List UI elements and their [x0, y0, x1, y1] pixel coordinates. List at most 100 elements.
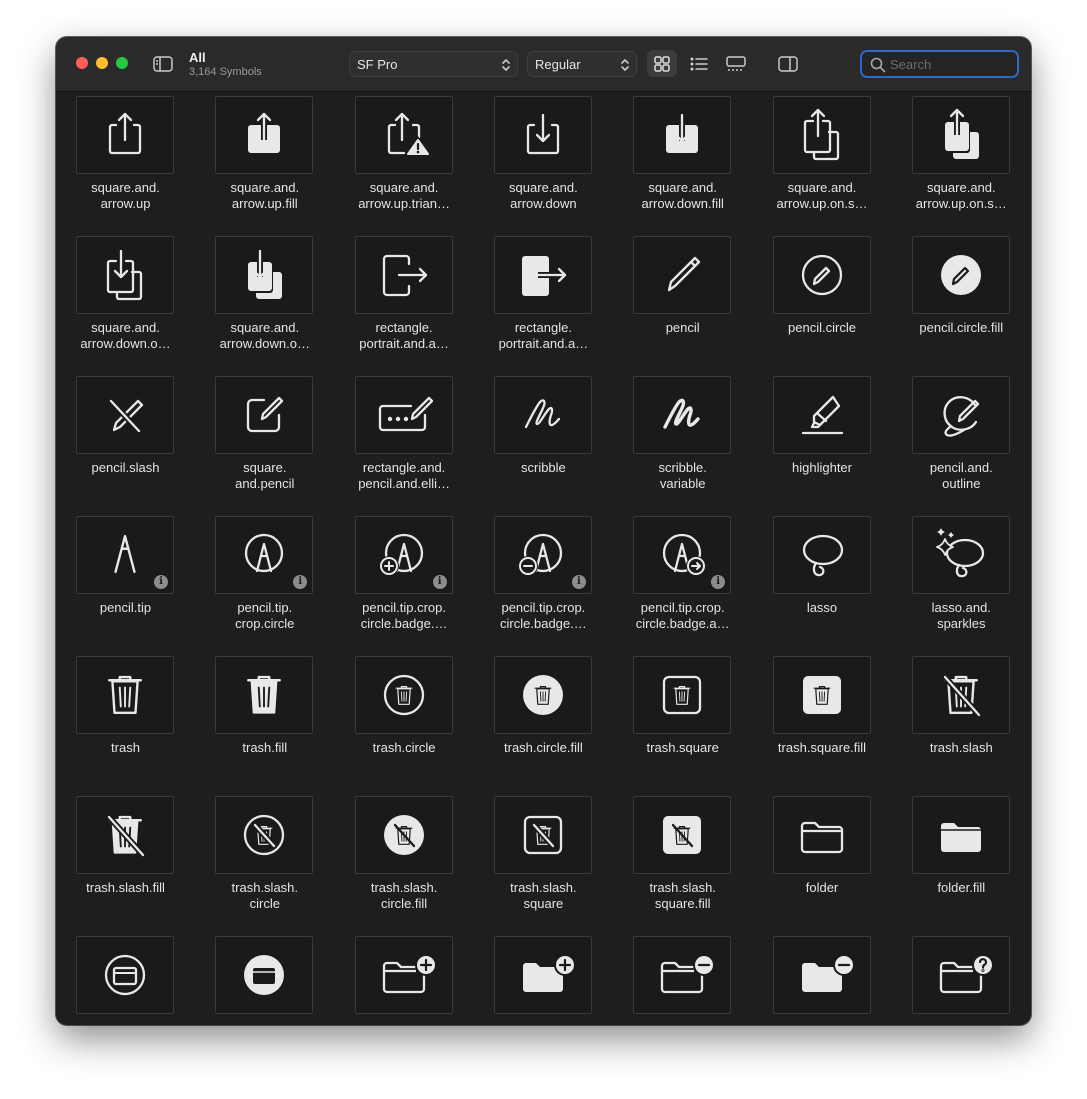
symbol-cell[interactable]: trash.circle.fill — [474, 652, 613, 792]
symbol-cell[interactable]: square.and. arrow.down.o… — [56, 232, 195, 372]
symbol-cell[interactable]: rectangle. portrait.and.a… — [474, 232, 613, 372]
symbol-tile[interactable] — [215, 376, 314, 454]
minimize-window-button[interactable] — [96, 57, 108, 69]
symbol-tile[interactable] — [633, 796, 732, 874]
grid-view-icon[interactable] — [647, 50, 677, 77]
symbol-tile[interactable] — [633, 96, 732, 174]
inspector-toggle-icon[interactable] — [773, 50, 803, 77]
info-icon[interactable]: i — [571, 575, 586, 589]
symbol-tile[interactable] — [493, 656, 592, 734]
zoom-window-button[interactable] — [116, 57, 128, 69]
symbol-cell[interactable]: folder.fill — [892, 792, 1031, 932]
symbol-tile[interactable] — [354, 656, 453, 734]
symbol-cell[interactable] — [753, 932, 892, 1025]
symbol-cell[interactable] — [892, 932, 1031, 1025]
symbol-cell[interactable]: square.and. arrow.down — [474, 92, 613, 232]
search-field[interactable] — [860, 50, 1019, 78]
symbol-cell[interactable]: scribble — [474, 372, 613, 512]
symbol-cell[interactable]: i pencil.tip.crop. circle.badge.a… — [613, 512, 752, 652]
symbol-tile[interactable] — [76, 796, 174, 874]
symbol-cell[interactable]: square.and. arrow.up.on.s… — [753, 92, 892, 232]
symbol-tile[interactable] — [633, 376, 732, 454]
info-icon[interactable]: i — [154, 575, 168, 589]
symbol-tile[interactable] — [76, 936, 174, 1014]
symbol-tile[interactable] — [354, 236, 453, 314]
symbol-cell[interactable]: pencil — [613, 232, 752, 372]
symbol-tile[interactable] — [215, 656, 314, 734]
symbol-cell[interactable]: pencil.slash — [56, 372, 195, 512]
symbol-tile[interactable] — [493, 96, 592, 174]
symbol-tile[interactable] — [772, 376, 871, 454]
symbol-tile[interactable] — [911, 516, 1010, 594]
symbol-tile[interactable] — [633, 936, 732, 1014]
symbol-cell[interactable]: i pencil.tip. crop.circle — [195, 512, 334, 652]
symbol-cell[interactable]: trash.slash. square.fill — [613, 792, 752, 932]
symbol-cell[interactable]: trash — [56, 652, 195, 792]
symbol-cell[interactable]: pencil.circle — [753, 232, 892, 372]
symbol-tile[interactable] — [354, 796, 453, 874]
list-view-icon[interactable] — [684, 50, 714, 77]
symbol-tile[interactable]: i — [354, 516, 453, 594]
symbol-tile[interactable] — [354, 936, 453, 1014]
symbol-tile[interactable]: i — [493, 516, 592, 594]
symbol-cell[interactable]: square.and. arrow.up — [56, 92, 195, 232]
symbol-tile[interactable] — [633, 236, 732, 314]
symbol-tile[interactable] — [215, 936, 314, 1014]
symbol-cell[interactable]: pencil.and. outline — [892, 372, 1031, 512]
symbol-cell[interactable]: rectangle. portrait.and.a… — [335, 232, 474, 372]
symbol-cell[interactable]: square.and. arrow.down.o… — [195, 232, 334, 372]
sidebar-toggle-icon[interactable] — [151, 53, 175, 75]
symbol-cell[interactable] — [195, 932, 334, 1025]
symbol-cell[interactable]: trash.square.fill — [753, 652, 892, 792]
symbol-tile[interactable] — [911, 656, 1010, 734]
symbol-cell[interactable]: folder — [753, 792, 892, 932]
symbol-tile[interactable] — [493, 936, 592, 1014]
symbol-cell[interactable]: trash.circle — [335, 652, 474, 792]
symbol-cell[interactable]: square. and.pencil — [195, 372, 334, 512]
symbol-tile[interactable] — [772, 516, 871, 594]
symbol-tile[interactable] — [354, 376, 453, 454]
symbol-tile[interactable]: i — [76, 516, 174, 594]
symbol-cell[interactable]: lasso — [753, 512, 892, 652]
symbol-cell[interactable]: trash.fill — [195, 652, 334, 792]
symbol-cell[interactable] — [56, 932, 195, 1025]
symbol-tile[interactable] — [215, 236, 314, 314]
symbol-cell[interactable] — [474, 932, 613, 1025]
symbol-tile[interactable] — [354, 96, 453, 174]
symbol-tile[interactable] — [493, 376, 592, 454]
symbol-cell[interactable]: scribble. variable — [613, 372, 752, 512]
symbol-cell[interactable]: trash.slash. circle — [195, 792, 334, 932]
symbol-tile[interactable] — [911, 96, 1010, 174]
symbol-tile[interactable] — [76, 656, 174, 734]
symbol-tile[interactable] — [911, 236, 1010, 314]
symbol-tile[interactable] — [772, 796, 871, 874]
symbol-cell[interactable]: i pencil.tip.crop. circle.badge.… — [474, 512, 613, 652]
symbol-cell[interactable]: square.and. arrow.up.trian… — [335, 92, 474, 232]
symbol-tile[interactable] — [911, 936, 1010, 1014]
symbol-cell[interactable]: square.and. arrow.up.on.s… — [892, 92, 1031, 232]
symbol-cell[interactable]: trash.slash — [892, 652, 1031, 792]
symbol-tile[interactable] — [772, 656, 871, 734]
symbol-cell[interactable]: trash.square — [613, 652, 752, 792]
symbol-cell[interactable]: square.and. arrow.up.fill — [195, 92, 334, 232]
symbol-cell[interactable]: trash.slash. square — [474, 792, 613, 932]
symbol-tile[interactable]: i — [633, 516, 732, 594]
symbol-tile[interactable] — [911, 796, 1010, 874]
symbol-cell[interactable] — [613, 932, 752, 1025]
symbol-tile[interactable] — [493, 796, 592, 874]
symbol-cell[interactable]: square.and. arrow.down.fill — [613, 92, 752, 232]
symbol-tile[interactable] — [76, 236, 174, 314]
symbol-cell[interactable]: trash.slash. circle.fill — [335, 792, 474, 932]
symbol-tile[interactable] — [215, 96, 314, 174]
symbol-cell[interactable]: rectangle.and. pencil.and.elli… — [335, 372, 474, 512]
symbol-tile[interactable] — [633, 656, 732, 734]
symbol-tile[interactable] — [772, 236, 871, 314]
search-input[interactable] — [890, 55, 1010, 73]
symbol-cell[interactable]: lasso.and. sparkles — [892, 512, 1031, 652]
weight-popup[interactable]: Regular — [527, 51, 637, 77]
symbol-cell[interactable]: highlighter — [753, 372, 892, 512]
symbol-cell[interactable]: pencil.circle.fill — [892, 232, 1031, 372]
symbol-tile[interactable]: i — [215, 516, 314, 594]
gallery-view-icon[interactable] — [721, 50, 751, 77]
symbol-tile[interactable] — [772, 96, 871, 174]
